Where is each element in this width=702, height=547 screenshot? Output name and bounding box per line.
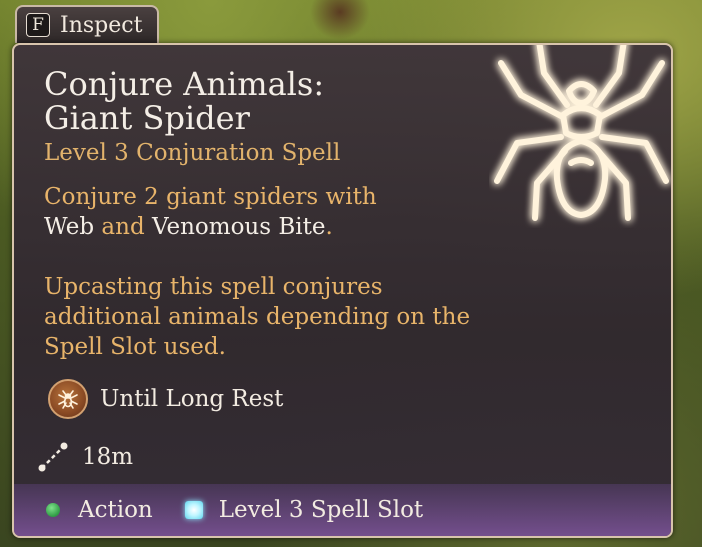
spell-effect: Conjure 2 giant spiders with Web and Ven… <box>44 182 484 242</box>
spell-title-line2: Giant Spider <box>44 99 250 137</box>
spell-subtitle: Level 3 Conjuration Spell <box>44 140 341 166</box>
upcast-text: Upcasting this spell conjures additional… <box>44 274 471 360</box>
green-dot-icon <box>46 503 60 517</box>
duration-text: Until Long Rest <box>100 386 284 412</box>
duration-row: Until Long Rest <box>48 379 283 419</box>
spell-slot-cost: Level 3 Spell Slot <box>218 497 424 523</box>
spell-slot-icon <box>184 501 203 519</box>
range-line-icon <box>38 442 68 472</box>
range-row: 18m <box>38 442 133 472</box>
spider-icon <box>494 45 669 221</box>
venomous-bite-keyword[interactable]: Venomous Bite <box>152 214 325 240</box>
range-text: 18m <box>82 444 134 470</box>
spider-badge-icon <box>48 379 88 419</box>
action-cost: Action <box>78 497 153 523</box>
spell-description: Conjure 2 giant spiders with Web and Ven… <box>44 182 484 392</box>
inspect-tab[interactable]: F Inspect <box>15 5 159 43</box>
spell-tooltip: Conjure Animals: Giant Spider Level 3 Co… <box>12 43 673 538</box>
key-f-badge: F <box>26 13 50 37</box>
desc-period: . <box>325 214 333 240</box>
spell-title-line1: Conjure Animals: <box>44 65 325 103</box>
web-keyword[interactable]: Web <box>44 214 94 240</box>
desc-line1: Conjure 2 giant spiders with <box>44 184 377 210</box>
desc-and: and <box>94 214 152 240</box>
spell-title: Conjure Animals: Giant Spider <box>44 67 474 135</box>
inspect-label: Inspect <box>60 12 143 38</box>
cost-footer: Action Level 3 Spell Slot <box>14 484 671 536</box>
